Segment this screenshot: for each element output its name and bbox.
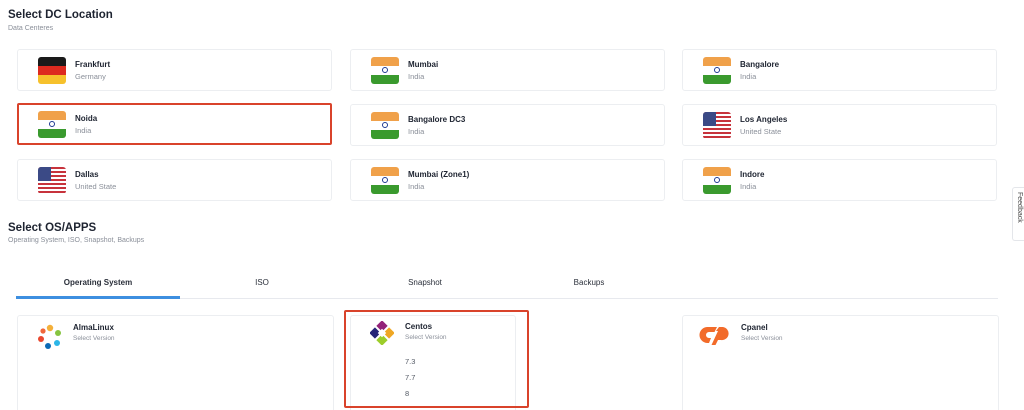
location-country: India (408, 127, 425, 136)
feedback-label: Feedback (1016, 192, 1023, 223)
location-card-mumbai[interactable]: Mumbai India (350, 49, 665, 91)
india-flag-icon (703, 57, 731, 84)
os-card-centos[interactable]: Centos Select Version 7.3 7.7 8 (344, 310, 529, 408)
location-city: Frankfurt (75, 60, 111, 69)
usa-flag-icon (703, 112, 731, 139)
india-flag-icon (371, 112, 399, 139)
os-tab-bar: Operating System ISO Snapshot Backups (16, 269, 998, 299)
os-name: Centos (405, 322, 433, 331)
location-country: India (408, 72, 425, 81)
location-card-bangalore-dc3[interactable]: Bangalore DC3 India (350, 104, 665, 146)
centos-logo-icon (370, 321, 394, 345)
tab-snapshot[interactable]: Snapshot (385, 269, 465, 299)
os-section-subtitle: Operating System, ISO, Snapshot, Backups (8, 237, 145, 244)
feedback-tab[interactable]: Feedback (1012, 187, 1024, 241)
tab-backups[interactable]: Backups (553, 269, 625, 299)
cpanel-logo-icon (699, 326, 729, 345)
version-option[interactable]: 8 (405, 389, 409, 398)
tab-iso[interactable]: ISO (230, 269, 294, 299)
location-country: India (408, 182, 425, 191)
location-card-noida[interactable]: Noida India (17, 103, 332, 145)
location-city: Bangalore DC3 (408, 115, 466, 124)
version-option[interactable]: 7.3 (405, 357, 415, 366)
select-version-label: Select Version (741, 335, 783, 342)
almalinux-logo-icon (38, 324, 61, 349)
india-flag-icon (371, 167, 399, 194)
location-country: United State (75, 182, 117, 191)
location-country: United State (740, 127, 782, 136)
location-card-los-angeles[interactable]: Los Angeles United State (682, 104, 997, 146)
os-card-cpanel[interactable]: Cpanel Select Version (682, 315, 999, 410)
location-country: Germany (75, 72, 106, 81)
location-city: Bangalore (740, 60, 780, 69)
location-card-mumbai-zone1[interactable]: Mumbai (Zone1) India (350, 159, 665, 201)
location-country: India (740, 182, 757, 191)
location-card-bangalore[interactable]: Bangalore India (682, 49, 997, 91)
location-city: Noida (75, 114, 98, 123)
germany-flag-icon (38, 57, 66, 84)
os-section-title: Select OS/APPS (8, 222, 97, 234)
active-tab-indicator (16, 296, 180, 299)
india-flag-icon (703, 167, 731, 194)
location-card-indore[interactable]: Indore India (682, 159, 997, 201)
select-version-label: Select Version (405, 334, 447, 341)
india-flag-icon (38, 111, 66, 138)
os-name: AlmaLinux (73, 323, 114, 332)
location-city: Los Angeles (740, 115, 788, 124)
usa-flag-icon (38, 167, 66, 194)
location-card-dallas[interactable]: Dallas United State (17, 159, 332, 201)
select-version-label: Select Version (73, 335, 115, 342)
location-city: Mumbai (408, 60, 439, 69)
location-city: Indore (740, 170, 765, 179)
os-card-almalinux[interactable]: AlmaLinux Select Version (17, 315, 334, 410)
dc-section-title: Select DC Location (8, 9, 113, 21)
location-country: India (75, 126, 92, 135)
dc-section-subtitle: Data Centeres (8, 25, 54, 32)
india-flag-icon (371, 57, 399, 84)
location-card-frankfurt[interactable]: Frankfurt Germany (17, 49, 332, 91)
os-name: Cpanel (741, 323, 768, 332)
location-city: Mumbai (Zone1) (408, 170, 470, 179)
version-option[interactable]: 7.7 (405, 373, 415, 382)
tab-operating-system[interactable]: Operating System (16, 269, 180, 299)
location-city: Dallas (75, 170, 99, 179)
location-country: India (740, 72, 757, 81)
